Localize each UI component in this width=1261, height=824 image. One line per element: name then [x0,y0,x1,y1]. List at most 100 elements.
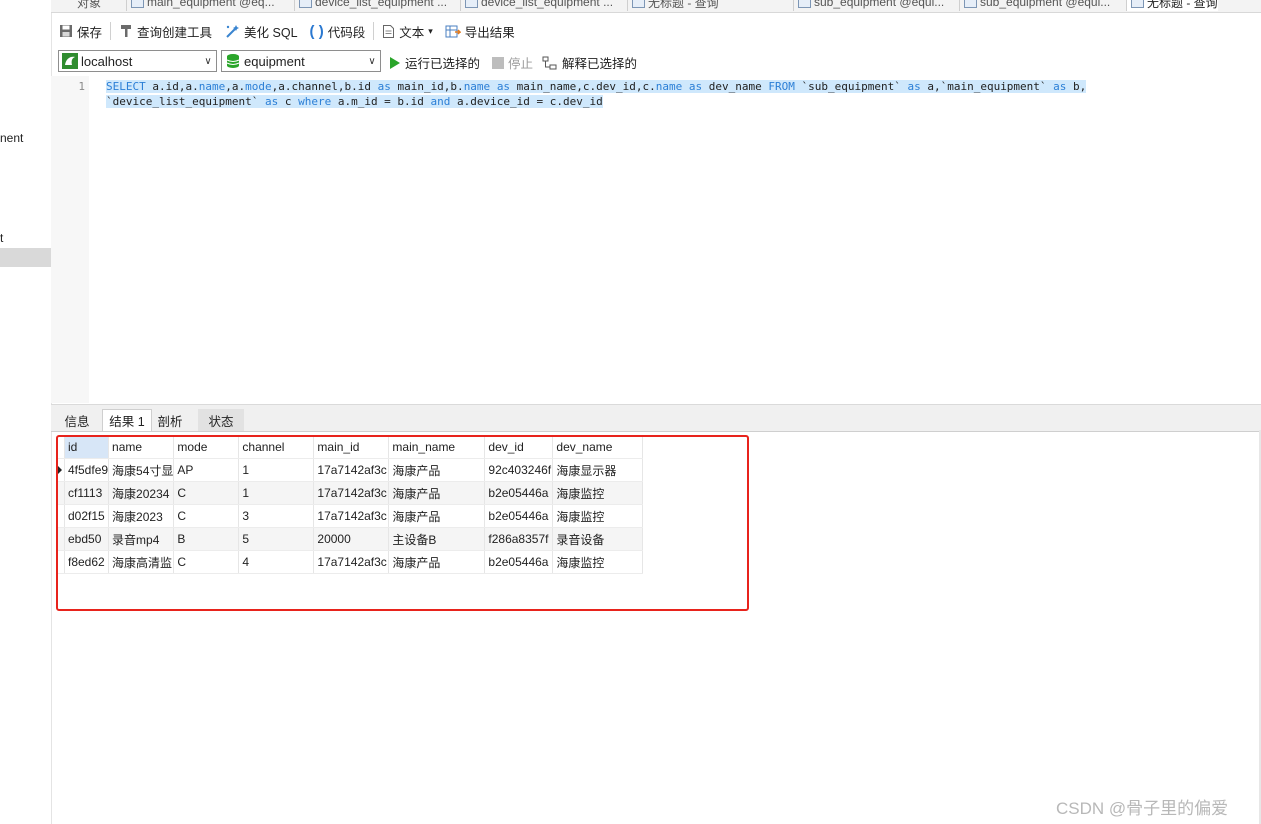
cell[interactable]: 1 [238,481,315,505]
sql-keyword: as [496,80,511,93]
stop-button[interactable]: 停止 [492,53,533,72]
cell[interactable]: B [173,527,240,551]
cell[interactable]: 海康产品 [388,481,486,505]
tab-sub-equipment-2[interactable]: sub_equipment @equi... [959,0,1110,11]
save-label: 保存 [77,25,103,40]
cell[interactable]: 3 [238,504,315,528]
column-header[interactable]: dev_name [552,436,644,459]
export-results-button[interactable]: 导出结果 [445,22,515,41]
cell[interactable]: ebd50 [64,527,110,551]
table-row[interactable]: cf1113 海康20234 C 1 17a7142af3c 海康产品 b2e0… [57,481,644,505]
column-header[interactable]: dev_id [484,436,554,459]
table-row[interactable]: f8ed62 海康高清监 C 4 17a7142af3c 海康产品 b2e054… [57,550,644,574]
tree-item[interactable]: nent [0,131,23,145]
sql-line-1[interactable]: SELECT a.id,a.name,a.mode,a.channel,b.id… [106,79,1087,94]
cell[interactable]: 海康2023 [108,504,175,528]
cell[interactable]: C [173,550,240,574]
column-header[interactable]: id [64,436,110,459]
cell[interactable]: 17a7142af3c [313,504,390,528]
play-icon [390,56,400,69]
cell[interactable]: 1 [238,458,315,482]
cell[interactable]: b2e05446a [484,481,554,505]
cell[interactable]: b2e05446a [484,504,554,528]
sql-line-2[interactable]: `device_list_equipment` as c where a.m_i… [106,94,603,109]
tab-label: 无标题 - 查询 [1147,0,1218,10]
save-button[interactable]: 保存 [59,22,102,41]
result-table[interactable]: id name mode channel main_id main_name d… [57,436,644,574]
cell[interactable]: 主设备B [388,527,486,551]
tab-profile[interactable]: 剖析 [152,409,188,431]
cell[interactable]: 录音设备 [552,527,644,551]
sql-keyword: as [1053,80,1067,93]
cell[interactable]: 4 [238,550,315,574]
dolphin-icon [62,53,78,69]
cell[interactable]: d02f15 [64,504,110,528]
export-results-label: 导出结果 [464,25,515,40]
tab-info[interactable]: 信息 [55,409,99,431]
cell[interactable]: 录音mp4 [108,527,175,551]
tab-untitled-query-1[interactable]: 无标题 - 查询 [627,0,719,11]
cell[interactable]: 海康显示器 [552,458,644,482]
object-tree-pane[interactable]: nent t [0,0,52,824]
cell[interactable]: 海康产品 [388,458,486,482]
cell[interactable]: 海康监控 [552,550,644,574]
text-mode-dropdown[interactable]: 文本 ▾ [382,22,433,41]
run-selected-button[interactable]: 运行已选择的 [389,53,480,72]
cell[interactable]: 5 [238,527,315,551]
tab-main-equipment[interactable]: main_equipment @eq... [126,0,275,11]
cell[interactable]: 92c403246f [484,458,554,482]
explain-selected-button[interactable]: 解释已选择的 [542,53,637,72]
cell[interactable]: AP [173,458,240,482]
table-row[interactable]: ebd50 录音mp4 B 5 20000 主设备B f286a8357f 录音… [57,527,644,551]
table-edit-icon [465,0,478,8]
cell[interactable]: 4f5dfe9 [64,458,110,482]
sql-keyword: where [298,95,332,108]
cell[interactable]: 海康监控 [552,504,644,528]
cell[interactable]: C [173,481,240,505]
cell[interactable]: 海康产品 [388,504,486,528]
tab-status[interactable]: 状态 [198,409,244,431]
sql-editor[interactable]: 1 SELECT a.id,a.name,a.mode,a.channel,b.… [51,76,1261,403]
database-select[interactable]: equipment ∨ [221,50,381,72]
table-row[interactable]: 4f5dfe9 海康54寸显 AP 1 17a7142af3c 海康产品 92c… [57,458,644,482]
tab-result-1[interactable]: 结果 1 [102,409,152,431]
export-icon [445,25,461,38]
column-header[interactable]: channel [238,436,315,459]
column-header[interactable]: name [108,436,175,459]
column-header[interactable]: main_id [313,436,390,459]
code-snippet-button[interactable]: ( ) 代码段 [310,22,366,41]
result-grid[interactable]: id name mode channel main_id main_name d… [57,436,644,574]
column-header[interactable]: mode [173,436,240,459]
cell[interactable]: f8ed62 [64,550,110,574]
cell[interactable]: 20000 [313,527,390,551]
cell[interactable]: 海康产品 [388,550,486,574]
cell[interactable]: C [173,504,240,528]
connection-select[interactable]: localhost ∨ [58,50,217,72]
cell[interactable]: 17a7142af3c [313,481,390,505]
tree-item-selected[interactable] [0,248,51,267]
header-row: id name mode channel main_id main_name d… [57,436,644,459]
tab-objects[interactable]: 对象 [77,0,101,11]
tab-untitled-query-active[interactable]: 无标题 - 查询 [1126,0,1218,11]
column-header[interactable]: main_name [388,436,486,459]
cell[interactable]: 海康20234 [108,481,175,505]
cell[interactable]: cf1113 [64,481,110,505]
tree-item[interactable]: t [0,231,3,245]
cell[interactable]: b2e05446a [484,550,554,574]
cell[interactable]: 17a7142af3c [313,550,390,574]
tab-label: sub_equipment @equi... [980,0,1111,9]
cell[interactable]: 海康监控 [552,481,644,505]
stop-icon [492,56,504,69]
tab-sub-equipment-1[interactable]: sub_equipment @equi... [793,0,944,11]
cell[interactable]: 17a7142af3c [313,458,390,482]
table-row[interactable]: d02f15 海康2023 C 3 17a7142af3c 海康产品 b2e05… [57,504,644,528]
row-indicator [57,527,65,551]
cell[interactable]: f286a8357f [484,527,554,551]
beautify-sql-button[interactable]: 美化 SQL [224,22,298,41]
query-builder-button[interactable]: 查询创建工具 [119,22,212,41]
cell[interactable]: 海康高清监 [108,550,175,574]
tab-device-list-2[interactable]: device_list_equipment ... [460,0,613,11]
cell[interactable]: 海康54寸显 [108,458,175,482]
tab-device-list-1[interactable]: device_list_equipment ... [294,0,447,11]
table-icon [131,0,144,8]
